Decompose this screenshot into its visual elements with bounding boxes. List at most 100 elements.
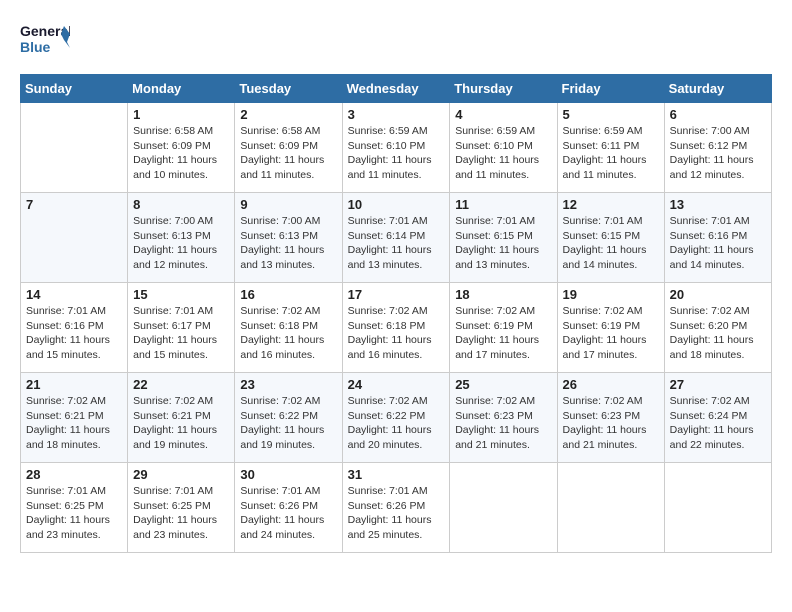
day-info: Sunrise: 7:02 AMSunset: 6:21 PMDaylight:… xyxy=(133,394,229,453)
day-number: 27 xyxy=(670,377,766,392)
calendar-cell: 16 Sunrise: 7:02 AMSunset: 6:18 PMDayligh… xyxy=(235,283,342,373)
calendar-cell: 2 Sunrise: 6:58 AMSunset: 6:09 PMDaylight… xyxy=(235,103,342,193)
day-number: 24 xyxy=(348,377,445,392)
day-number: 8 xyxy=(133,197,229,212)
day-info: Sunrise: 6:58 AMSunset: 6:09 PMDaylight:… xyxy=(240,124,336,183)
day-number: 21 xyxy=(26,377,122,392)
day-number: 29 xyxy=(133,467,229,482)
calendar-cell: 7 xyxy=(21,193,128,283)
day-number: 28 xyxy=(26,467,122,482)
header-thursday: Thursday xyxy=(450,75,557,103)
day-info: Sunrise: 7:01 AMSunset: 6:25 PMDaylight:… xyxy=(133,484,229,543)
calendar-cell: 20 Sunrise: 7:02 AMSunset: 6:20 PMDayligh… xyxy=(664,283,771,373)
day-number: 22 xyxy=(133,377,229,392)
day-info: Sunrise: 6:59 AMSunset: 6:11 PMDaylight:… xyxy=(563,124,659,183)
day-number: 9 xyxy=(240,197,336,212)
day-info: Sunrise: 6:59 AMSunset: 6:10 PMDaylight:… xyxy=(348,124,445,183)
day-info: Sunrise: 7:02 AMSunset: 6:18 PMDaylight:… xyxy=(348,304,445,363)
header-saturday: Saturday xyxy=(664,75,771,103)
day-number: 10 xyxy=(348,197,445,212)
calendar-cell: 21Sunrise: 7:02 AMSunset: 6:21 PMDayligh… xyxy=(21,373,128,463)
day-number: 4 xyxy=(455,107,551,122)
svg-text:Blue: Blue xyxy=(20,39,51,55)
day-info: Sunrise: 7:01 AMSunset: 6:25 PMDaylight:… xyxy=(26,484,122,543)
day-info: Sunrise: 7:02 AMSunset: 6:23 PMDaylight:… xyxy=(563,394,659,453)
day-info: Sunrise: 7:02 AMSunset: 6:22 PMDaylight:… xyxy=(348,394,445,453)
day-info: Sunrise: 7:02 AMSunset: 6:18 PMDaylight:… xyxy=(240,304,336,363)
day-number: 20 xyxy=(670,287,766,302)
calendar-cell: 31 Sunrise: 7:01 AMSunset: 6:26 PMDayligh… xyxy=(342,463,450,553)
header-tuesday: Tuesday xyxy=(235,75,342,103)
day-number: 25 xyxy=(455,377,551,392)
calendar-week-2: 78Sunrise: 7:00 AMSunset: 6:13 PMDayligh… xyxy=(21,193,772,283)
day-number: 16 xyxy=(240,287,336,302)
day-info: Sunrise: 7:01 AMSunset: 6:14 PMDaylight:… xyxy=(348,214,445,273)
day-info: Sunrise: 7:02 AMSunset: 6:23 PMDaylight:… xyxy=(455,394,551,453)
header-sunday: Sunday xyxy=(21,75,128,103)
day-info: Sunrise: 7:01 AMSunset: 6:17 PMDaylight:… xyxy=(133,304,229,363)
calendar-week-4: 21 Sunrise: 7:02 AMSunset: 6:21 PMDayligh… xyxy=(21,373,772,463)
day-number: 31 xyxy=(348,467,445,482)
calendar-cell: 25 Sunrise: 7:02 AMSunset: 6:23 PMDayligh… xyxy=(450,373,557,463)
day-info: Sunrise: 6:59 AMSunset: 6:10 PMDaylight:… xyxy=(455,124,551,183)
calendar-cell: 29 Sunrise: 7:01 AMSunset: 6:25 PMDayligh… xyxy=(128,463,235,553)
calendar-cell: 9 Sunrise: 7:00 AMSunset: 6:13 PMDaylight… xyxy=(235,193,342,283)
calendar-cell: 3 Sunrise: 6:59 AMSunset: 6:10 PMDaylight… xyxy=(342,103,450,193)
calendar-cell: 23Sunrise: 7:02 AMSunset: 6:22 PMDayligh… xyxy=(235,373,342,463)
day-number: 18 xyxy=(455,287,551,302)
day-info: Sunrise: 7:00 AMSunset: 6:12 PMDaylight:… xyxy=(670,124,766,183)
calendar-cell: 15 Sunrise: 7:01 AMSunset: 6:17 PMDayligh… xyxy=(128,283,235,373)
calendar-cell: 27 Sunrise: 7:02 AMSunset: 6:24 PMDayligh… xyxy=(664,373,771,463)
logo-svg: General Blue xyxy=(20,20,70,64)
day-number: 5 xyxy=(563,107,659,122)
calendar-cell xyxy=(21,103,128,193)
day-info: Sunrise: 7:01 AMSunset: 6:26 PMDaylight:… xyxy=(348,484,445,543)
calendar-cell: 12 Sunrise: 7:01 AMSunset: 6:15 PMDayligh… xyxy=(557,193,664,283)
day-info: Sunrise: 7:02 AMSunset: 6:20 PMDaylight:… xyxy=(670,304,766,363)
header-wednesday: Wednesday xyxy=(342,75,450,103)
calendar-week-3: 14 Sunrise: 7:01 AMSunset: 6:16 PMDayligh… xyxy=(21,283,772,373)
header-monday: Monday xyxy=(128,75,235,103)
day-number: 1 xyxy=(133,107,229,122)
day-info: Sunrise: 7:01 AMSunset: 6:15 PMDaylight:… xyxy=(563,214,659,273)
calendar-header-row: SundayMondayTuesdayWednesdayThursdayFrid… xyxy=(21,75,772,103)
calendar-cell: 5 Sunrise: 6:59 AMSunset: 6:11 PMDaylight… xyxy=(557,103,664,193)
calendar-cell: 14 Sunrise: 7:01 AMSunset: 6:16 PMDayligh… xyxy=(21,283,128,373)
calendar-cell: 26Sunrise: 7:02 AMSunset: 6:23 PMDayligh… xyxy=(557,373,664,463)
day-info: Sunrise: 7:01 AMSunset: 6:26 PMDaylight:… xyxy=(240,484,336,543)
day-info: Sunrise: 7:02 AMSunset: 6:19 PMDaylight:… xyxy=(455,304,551,363)
calendar-cell: 8Sunrise: 7:00 AMSunset: 6:13 PMDaylight… xyxy=(128,193,235,283)
day-info: Sunrise: 7:02 AMSunset: 6:19 PMDaylight:… xyxy=(563,304,659,363)
day-number: 14 xyxy=(26,287,122,302)
calendar-cell xyxy=(557,463,664,553)
day-number: 17 xyxy=(348,287,445,302)
day-number: 19 xyxy=(563,287,659,302)
calendar-cell xyxy=(450,463,557,553)
header-friday: Friday xyxy=(557,75,664,103)
day-number: 11 xyxy=(455,197,551,212)
day-info: Sunrise: 7:02 AMSunset: 6:24 PMDaylight:… xyxy=(670,394,766,453)
day-info: Sunrise: 7:01 AMSunset: 6:16 PMDaylight:… xyxy=(670,214,766,273)
day-info: Sunrise: 7:01 AMSunset: 6:15 PMDaylight:… xyxy=(455,214,551,273)
day-number: 15 xyxy=(133,287,229,302)
day-info: Sunrise: 7:00 AMSunset: 6:13 PMDaylight:… xyxy=(240,214,336,273)
day-number: 12 xyxy=(563,197,659,212)
calendar-cell: 4 Sunrise: 6:59 AMSunset: 6:10 PMDaylight… xyxy=(450,103,557,193)
day-number: 3 xyxy=(348,107,445,122)
logo: General Blue xyxy=(20,20,70,64)
day-number: 7 xyxy=(26,197,122,212)
day-info: Sunrise: 7:01 AMSunset: 6:16 PMDaylight:… xyxy=(26,304,122,363)
calendar-week-5: 28 Sunrise: 7:01 AMSunset: 6:25 PMDayligh… xyxy=(21,463,772,553)
calendar-cell: 10 Sunrise: 7:01 AMSunset: 6:14 PMDayligh… xyxy=(342,193,450,283)
day-info: Sunrise: 7:02 AMSunset: 6:22 PMDaylight:… xyxy=(240,394,336,453)
day-number: 2 xyxy=(240,107,336,122)
calendar-cell: 30Sunrise: 7:01 AMSunset: 6:26 PMDayligh… xyxy=(235,463,342,553)
calendar-cell: 17 Sunrise: 7:02 AMSunset: 6:18 PMDayligh… xyxy=(342,283,450,373)
calendar-cell: 22 Sunrise: 7:02 AMSunset: 6:21 PMDayligh… xyxy=(128,373,235,463)
page-header: General Blue xyxy=(20,20,772,64)
day-number: 6 xyxy=(670,107,766,122)
calendar-cell: 6 Sunrise: 7:00 AMSunset: 6:12 PMDaylight… xyxy=(664,103,771,193)
calendar-week-1: 1 Sunrise: 6:58 AMSunset: 6:09 PMDaylight… xyxy=(21,103,772,193)
calendar-cell: 13Sunrise: 7:01 AMSunset: 6:16 PMDayligh… xyxy=(664,193,771,283)
calendar-cell: 24 Sunrise: 7:02 AMSunset: 6:22 PMDayligh… xyxy=(342,373,450,463)
